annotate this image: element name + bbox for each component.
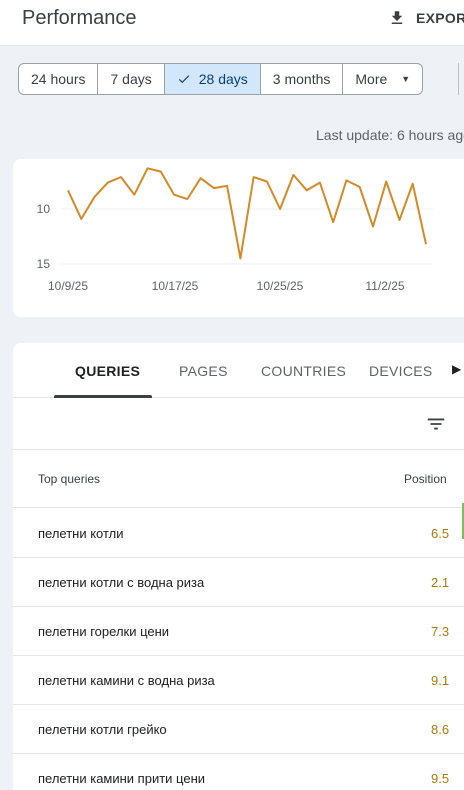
range-7-days-button[interactable]: 7 days xyxy=(98,64,165,94)
y-tick-label: 15 xyxy=(37,257,51,271)
tab-bar: QUERIES PAGES COUNTRIES DEVICES ▶ xyxy=(13,343,464,398)
position-cell: 2.1 xyxy=(431,575,450,590)
position-cell: 9.1 xyxy=(431,673,450,688)
x-tick-label: 10/25/25 xyxy=(257,279,304,293)
table-row[interactable]: пелетни котли 6.5 xyxy=(13,509,464,558)
download-icon xyxy=(391,11,403,24)
query-cell: пелетни котли с водна риза xyxy=(38,575,205,590)
tab-countries[interactable]: COUNTRIES xyxy=(261,363,346,379)
table-header: Top queries Position xyxy=(13,451,464,508)
table-row[interactable]: пелетни котли грейко 8.6 xyxy=(13,705,464,754)
query-cell: пелетни котли грейко xyxy=(38,722,167,737)
x-tick-label: 10/17/25 xyxy=(152,279,199,293)
active-tab-indicator xyxy=(54,395,152,398)
query-cell: пелетни котли xyxy=(38,526,124,541)
table-toolbar xyxy=(13,399,464,450)
range-label: 24 hours xyxy=(31,71,86,87)
more-dropdown-button[interactable]: More ▼ xyxy=(343,64,422,94)
table-row[interactable]: пелетни горелки цени 7.3 xyxy=(13,607,464,656)
x-tick-label: 11/2/25 xyxy=(365,279,404,293)
y-tick-label: 10 xyxy=(37,202,51,216)
range-label: 7 days xyxy=(110,71,152,87)
range-label: 28 days xyxy=(198,71,248,87)
x-tick-label: 10/9/25 xyxy=(48,279,88,293)
column-header-top-queries[interactable]: Top queries xyxy=(38,472,100,486)
page-title: Performance xyxy=(22,7,137,29)
range-24-hours-button[interactable]: 24 hours xyxy=(19,64,99,94)
position-cell: 9.5 xyxy=(431,771,450,786)
position-line-chart: 10 15 10/9/25 10/17/25 10/25/25 11/2/25 xyxy=(37,167,433,293)
table-row[interactable]: пелетни котли с водна риза 2.1 xyxy=(13,558,464,607)
performance-chart-card: 10 15 10/9/25 10/17/25 10/25/25 11/2/25 xyxy=(13,159,464,317)
position-cell: 7.3 xyxy=(431,624,450,639)
scroll-tabs-right-icon[interactable]: ▶ xyxy=(452,362,461,376)
filter-icon[interactable] xyxy=(425,413,447,435)
queries-table-card: QUERIES PAGES COUNTRIES DEVICES ▶ Top qu… xyxy=(13,343,464,790)
table-row[interactable]: пелетни камини с водна риза 9.1 xyxy=(13,656,464,705)
range-28-days-button[interactable]: 28 days xyxy=(164,64,261,94)
column-header-position[interactable]: Position xyxy=(404,472,447,486)
query-cell: пелетни камини прити цени xyxy=(38,771,206,786)
table-row[interactable]: пелетни камини прити цени 9.5 xyxy=(13,754,464,790)
last-update-text: Last update: 6 hours ago xyxy=(316,127,464,143)
tab-queries[interactable]: QUERIES xyxy=(75,363,140,379)
range-label: 3 months xyxy=(272,71,331,87)
divider xyxy=(458,63,459,95)
top-bar: Performance EXPORT xyxy=(0,0,464,46)
position-cell: 8.6 xyxy=(431,722,450,737)
position-series-line[interactable] xyxy=(67,167,427,260)
date-filter-bar: 24 hours 7 days 28 days 3 months More ▼ xyxy=(0,47,464,113)
query-cell: пелетни горелки цени xyxy=(38,624,170,639)
tab-pages[interactable]: PAGES xyxy=(179,363,228,379)
date-range-selector: 24 hours 7 days 28 days 3 months More ▼ xyxy=(18,63,424,95)
position-cell: 6.5 xyxy=(431,526,450,541)
check-icon xyxy=(178,75,189,84)
caret-down-icon: ▼ xyxy=(401,74,411,84)
query-cell: пелетни камини с водна риза xyxy=(38,673,215,688)
export-label: EXPORT xyxy=(416,10,464,26)
more-label: More xyxy=(355,71,388,87)
range-3-months-button[interactable]: 3 months xyxy=(261,64,344,94)
tab-devices[interactable]: DEVICES xyxy=(369,363,433,379)
export-button[interactable]: EXPORT xyxy=(388,9,464,27)
